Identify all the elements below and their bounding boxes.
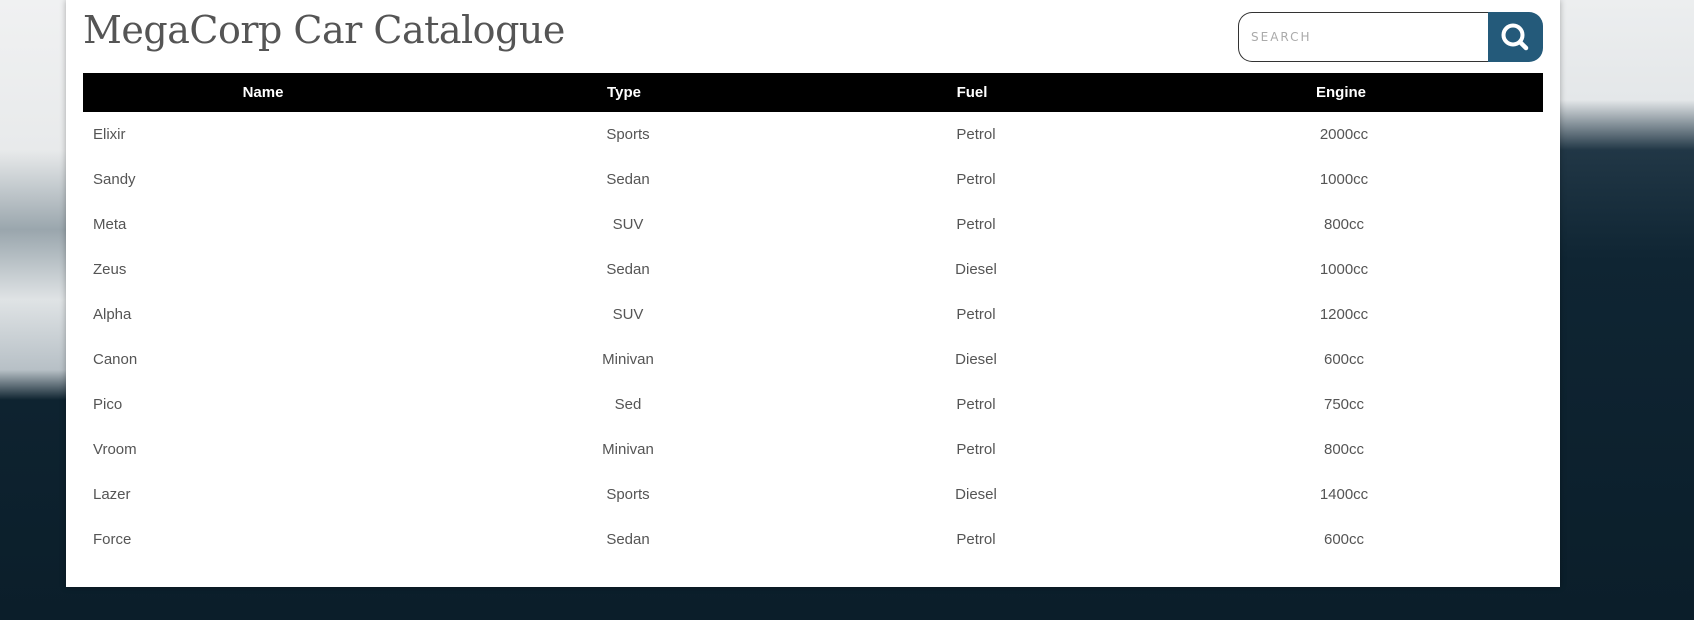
cell-engine: 800cc [1323,216,1365,233]
table-row: Force Sedan Petrol 600cc [83,517,1543,562]
cell-type: Sed [614,396,642,413]
cell-name: Elixir [93,126,126,143]
cell-engine: 1000cc [1319,261,1369,278]
cell-type: Sedan [606,531,650,548]
table-row: Elixir Sports Petrol 2000cc [83,112,1543,157]
cell-type: Sedan [606,261,650,278]
background-image [0,0,66,620]
car-table: Name Type Fuel Engine Elixir Sports Petrol… [83,73,1543,562]
cell-engine: 600cc [1323,351,1365,368]
cell-engine: 1000cc [1319,171,1369,188]
table-row: Meta SUV Petrol 800cc [83,202,1543,247]
cell-fuel: Petrol [956,126,996,143]
cell-fuel: Petrol [956,396,996,413]
page-title: MegaCorp Car Catalogue [83,8,565,52]
cell-engine: 750cc [1323,396,1365,413]
search-input[interactable] [1238,12,1488,62]
search-form [1238,12,1543,62]
cell-engine: 2000cc [1319,126,1369,143]
table-row: Zeus Sedan Diesel 1000cc [83,247,1543,292]
table-row: Pico Sed Petrol 750cc [83,382,1543,427]
cell-name: Canon [93,351,138,368]
cell-type: SUV [612,216,644,233]
cell-engine: 800cc [1323,441,1365,458]
cell-type: Minivan [602,441,654,458]
cell-type: SUV [612,306,644,323]
column-header-name[interactable]: Name [83,73,443,112]
cell-name: Alpha [93,306,132,323]
search-icon [1501,23,1529,51]
cell-fuel: Petrol [956,171,996,188]
cell-fuel: Petrol [956,531,996,548]
cell-fuel: Petrol [956,306,996,323]
search-button[interactable] [1488,12,1543,62]
cell-type: Sedan [606,171,650,188]
cell-name: Sandy [93,171,136,188]
cell-engine: 1400cc [1319,486,1369,503]
cell-fuel: Diesel [955,351,997,368]
table-row: Vroom Minivan Petrol 800cc [83,427,1543,472]
cell-name: Force [93,531,132,548]
table-row: Canon Minivan Diesel 600cc [83,337,1543,382]
catalogue-card: MegaCorp Car Catalogue Name Type Fuel En… [66,0,1560,587]
column-header-fuel[interactable]: Fuel [805,73,1139,112]
cell-engine: 1200cc [1319,306,1369,323]
cell-name: Zeus [93,261,127,278]
cell-type: Sports [606,126,650,143]
cell-type: Sports [606,486,650,503]
background-image [1560,0,1694,620]
table-row: Sandy Sedan Petrol 1000cc [83,157,1543,202]
cell-name: Meta [93,216,127,233]
cell-fuel: Petrol [956,216,996,233]
cell-engine: 600cc [1323,531,1365,548]
cell-name: Lazer [93,486,131,503]
column-header-type[interactable]: Type [443,73,805,112]
table-row: Alpha SUV Petrol 1200cc [83,292,1543,337]
cell-fuel: Diesel [955,486,997,503]
cell-fuel: Diesel [955,261,997,278]
cell-name: Vroom [93,441,137,458]
table-header-row: Name Type Fuel Engine [83,73,1543,112]
column-header-engine[interactable]: Engine [1139,73,1543,112]
cell-fuel: Petrol [956,441,996,458]
cell-type: Minivan [602,351,654,368]
cell-name: Pico [93,396,123,413]
table-row: Lazer Sports Diesel 1400cc [83,472,1543,517]
